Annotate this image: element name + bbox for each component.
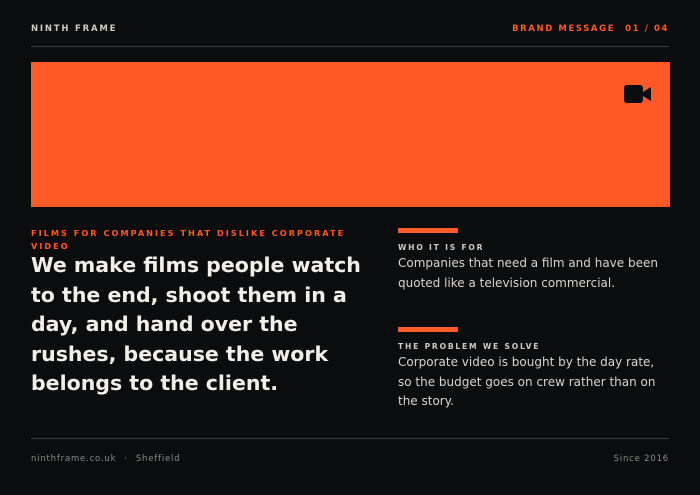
info-block-problem: THE PROBLEM WE SOLVE Corporate video is … [398,327,668,412]
hero-banner [31,62,670,207]
footer-separator: · [124,454,128,464]
accent-bar [398,327,458,332]
top-divider [31,46,669,47]
footer-since: Since 2016 [613,454,669,464]
block-body: Companies that need a film and have been… [398,256,658,290]
website-link[interactable]: ninthframe.co.uk [31,454,116,464]
brand-name: NINTH FRAME [31,24,118,34]
info-block-audience: WHO IT IS FOR Companies that need a film… [398,228,668,293]
block-label: WHO IT IS FOR [398,243,485,252]
headline: We make films people watch to the end, s… [31,253,361,395]
section-title: BRAND MESSAGE [512,24,616,34]
slide-label: BRAND MESSAGE 01 / 04 [512,24,669,34]
accent-bar [398,228,458,233]
footer-city: Sheffield [135,454,181,464]
bottom-divider [31,438,669,439]
video-camera-icon [624,85,651,103]
page-counter: 01 / 04 [625,24,669,34]
kicker: FILMS FOR COMPANIES THAT DISLIKE CORPORA… [31,228,346,251]
block-label: THE PROBLEM WE SOLVE [398,342,541,351]
footer-contact: ninthframe.co.uk · Sheffield [31,454,180,464]
block-body: Corporate video is bought by the day rat… [398,355,656,408]
